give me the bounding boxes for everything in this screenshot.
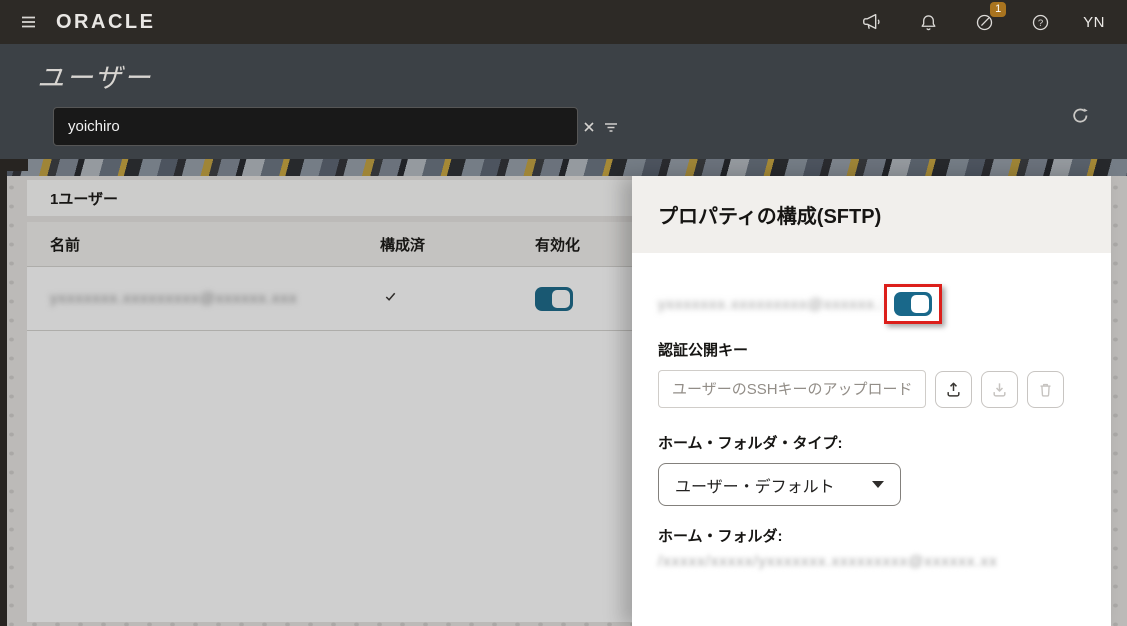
panel-body: yxxxxxxx.xxxxxxxxx@xxxxxx.xxx 認証公開キー [632, 253, 1111, 570]
home-folder-path-masked: /xxxxx/xxxxx/yxxxxxxx.xxxxxxxxx@xxxxxx.x… [658, 553, 998, 570]
clear-search-icon[interactable] [579, 117, 599, 137]
sftp-enabled-toggle[interactable] [894, 292, 932, 316]
page-header: ユーザー [0, 44, 1127, 159]
home-folder-type-value: ユーザー・デフォルト [675, 473, 872, 497]
top-navigation-bar: ORACLE 1 ? [0, 0, 1127, 44]
public-key-row [658, 370, 1085, 408]
sftp-user-row: yxxxxxxx.xxxxxxxxx@xxxxxx.xxx [658, 283, 1085, 325]
download-key-button[interactable] [981, 371, 1018, 408]
home-folder-label: ホーム・フォルダ: [658, 525, 1085, 546]
refresh-icon[interactable] [1069, 104, 1091, 126]
content-region: 1ユーザー 名前 構成済 有効化 yxxxxxxx.xxxxxxxxx@xxxx… [0, 159, 1127, 626]
page-title: ユーザー [37, 56, 152, 95]
filter-icon[interactable] [600, 116, 622, 138]
panel-header: プロパティの構成(SFTP) [632, 176, 1111, 253]
toggle-thumb [911, 295, 929, 313]
ssh-key-input[interactable] [658, 370, 926, 408]
delete-key-button[interactable] [1027, 371, 1064, 408]
upload-key-button[interactable] [935, 371, 972, 408]
home-folder-type-select[interactable]: ユーザー・デフォルト [658, 463, 901, 506]
chevron-down-icon [872, 481, 884, 488]
session-clock-icon[interactable]: 1 [971, 9, 997, 35]
svg-text:?: ? [1037, 18, 1042, 29]
home-folder-type-label: ホーム・フォルダ・タイプ: [658, 432, 1085, 453]
topbar-actions: 1 ? YN [859, 9, 1105, 35]
panel-user-name-masked: yxxxxxxx.xxxxxxxxx@xxxxxx.xxx [658, 296, 882, 313]
user-avatar-initials[interactable]: YN [1083, 14, 1105, 31]
notifications-bell-icon[interactable] [915, 9, 941, 35]
search-input[interactable] [53, 107, 578, 146]
help-icon[interactable]: ? [1027, 9, 1053, 35]
panel-title: プロパティの構成(SFTP) [658, 200, 881, 229]
oracle-logo[interactable]: ORACLE [56, 11, 155, 34]
hamburger-menu-icon[interactable] [16, 9, 42, 35]
announcements-icon[interactable] [859, 9, 885, 35]
sftp-properties-panel: プロパティの構成(SFTP) yxxxxxxx.xxxxxxxxx@xxxxxx… [632, 176, 1111, 626]
annotation-highlight-box [884, 284, 942, 324]
notification-count-badge: 1 [990, 2, 1006, 17]
public-key-label: 認証公開キー [658, 339, 1085, 360]
